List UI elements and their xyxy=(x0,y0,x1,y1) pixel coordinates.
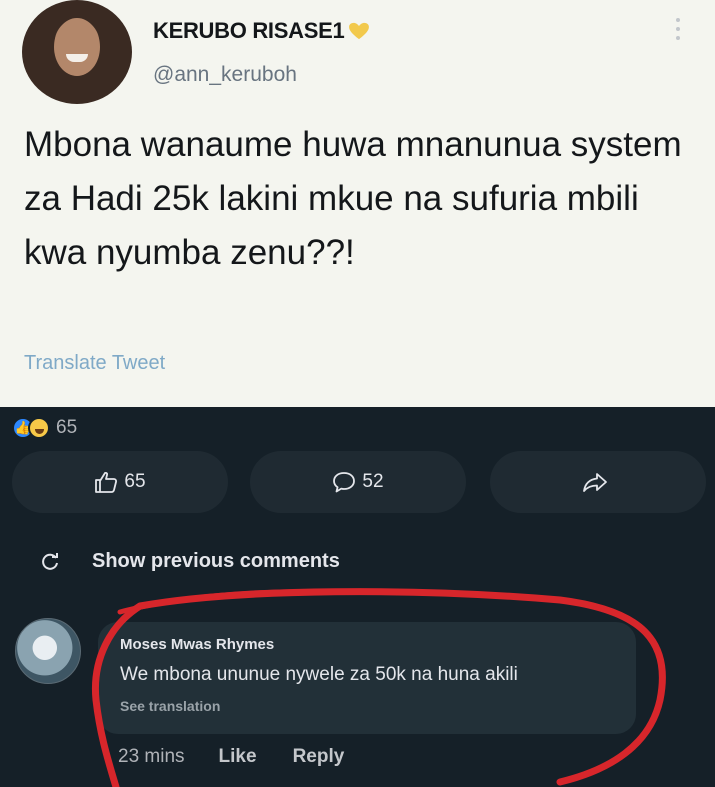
tweet-author-avatar[interactable] xyxy=(22,0,132,104)
like-button[interactable]: 65 xyxy=(12,451,228,513)
avatar-face xyxy=(54,18,100,76)
more-options-icon[interactable] xyxy=(673,18,683,44)
reaction-count: 65 xyxy=(56,417,78,438)
refresh-icon xyxy=(42,552,58,570)
comment-text: We mbona ununue nywele za 50k na huna ak… xyxy=(120,664,518,685)
display-name-text: KERUBO RISASE1 xyxy=(153,18,345,43)
haha-reaction-icon xyxy=(28,417,50,439)
translate-tweet-link[interactable]: Translate Tweet xyxy=(24,352,165,375)
tweet-author-name[interactable]: KERUBO RISASE1 xyxy=(153,18,370,44)
show-previous-comments[interactable]: Show previous comments xyxy=(40,550,340,573)
see-translation-link[interactable]: See translation xyxy=(120,698,220,714)
commenter-avatar[interactable] xyxy=(15,618,81,684)
yellow-heart-icon xyxy=(349,22,370,40)
show-previous-label: Show previous comments xyxy=(92,550,340,572)
comment-meta: 23 mins Like Reply xyxy=(118,746,380,768)
comment-time: 23 mins xyxy=(118,746,185,767)
comment-bubble: Moses Mwas Rhymes We mbona ununue nywele… xyxy=(98,622,636,734)
tweet-author-handle[interactable]: @ann_keruboh xyxy=(153,63,297,87)
commenter-name[interactable]: Moses Mwas Rhymes xyxy=(120,636,274,653)
comment-button[interactable]: 52 xyxy=(250,451,466,513)
share-button[interactable] xyxy=(490,451,706,513)
comment-reply-link[interactable]: Reply xyxy=(293,746,345,768)
share-icon xyxy=(583,473,607,492)
comment-like-link[interactable]: Like xyxy=(219,746,257,768)
thumbs-up-icon xyxy=(95,471,118,493)
tweet-card: KERUBO RISASE1 @ann_keruboh Mbona wanaum… xyxy=(0,0,715,407)
reactions-summary[interactable]: 👍 65 xyxy=(12,417,77,439)
tweet-text: Mbona wanaume huwa mnanunua system za Ha… xyxy=(24,125,682,272)
comment-icon xyxy=(333,472,356,493)
like-count: 65 xyxy=(124,471,146,492)
comment-count: 52 xyxy=(362,471,384,492)
